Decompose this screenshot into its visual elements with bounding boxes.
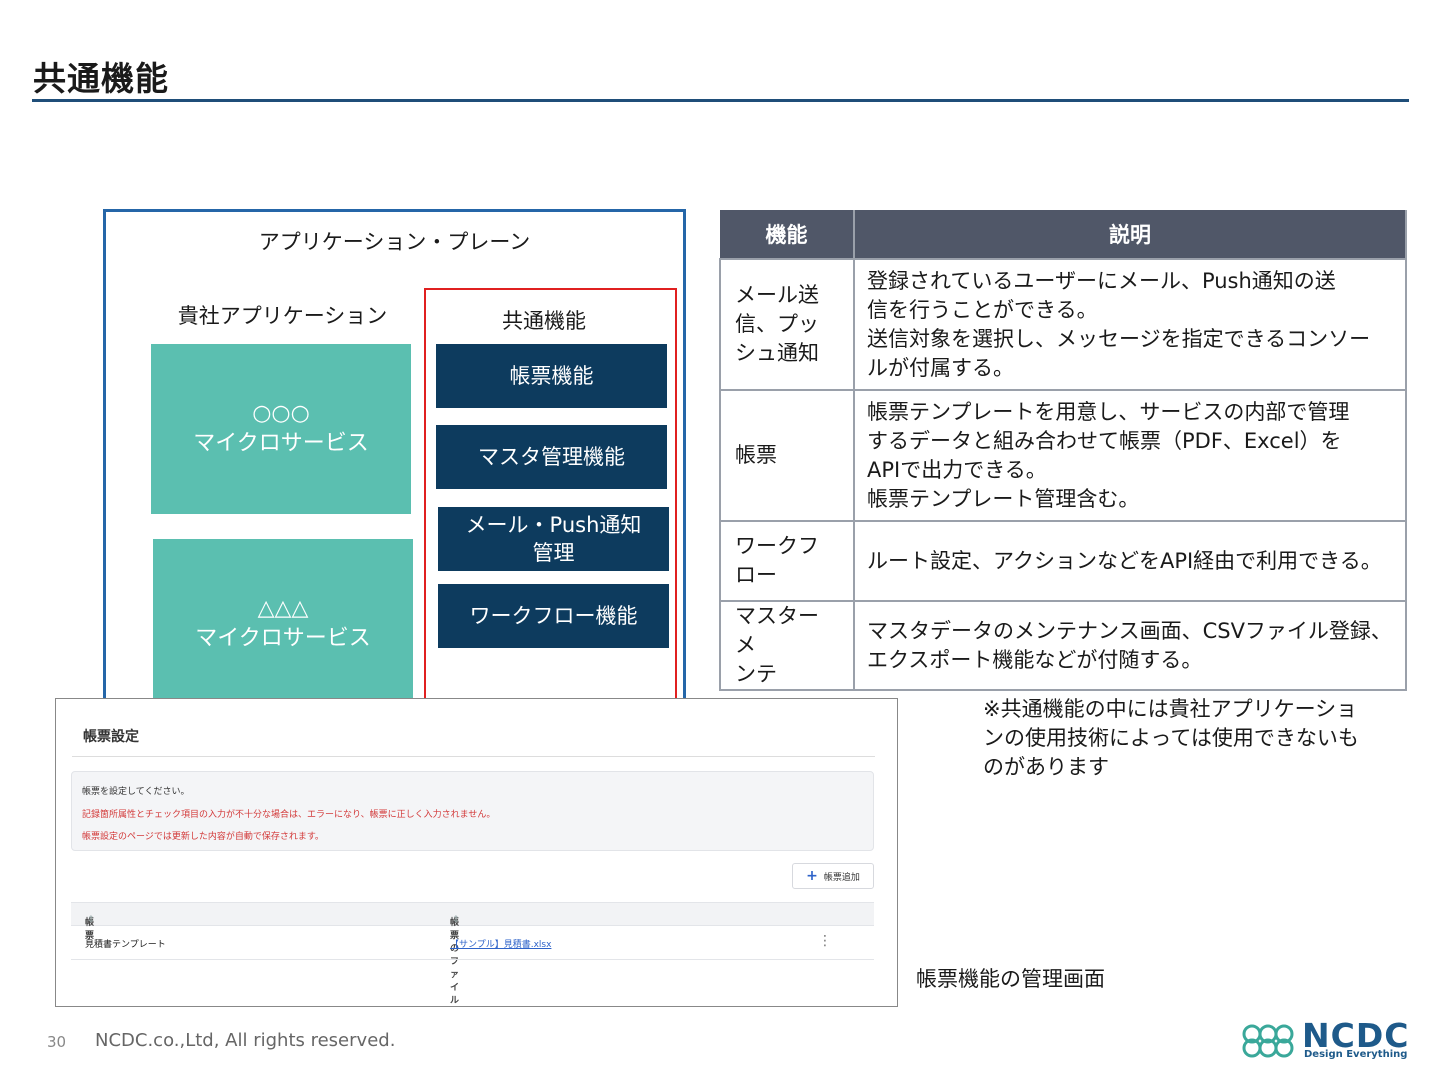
table-row: マスターメ ンテ マスタデータのメンテナンス画面、CSVファイル登録、 エクスポ… xyxy=(719,600,1407,691)
feature-cell: 帳票 xyxy=(719,389,855,522)
report-settings-title: 帳票設定 xyxy=(83,729,139,745)
description-cell: 帳票テンプレートを用意し、サービスの内部で管理 するデータと組み合わせて帳票（P… xyxy=(853,389,1407,522)
table-row: 帳票 帳票テンプレートを用意し、サービスの内部で管理 するデータと組み合わせて帳… xyxy=(719,389,1407,522)
description-cell: 登録されているユーザーにメール、Push通知の送 信を行うことができる。 送信対… xyxy=(853,258,1407,391)
table-row: メール送 信、プッ シュ通知 登録されているユーザーにメール、Push通知の送 … xyxy=(719,258,1407,391)
feature-cell: ワークフ ロー xyxy=(719,520,855,602)
feature-cell: メール送 信、プッ シュ通知 xyxy=(719,258,855,391)
logo-tagline: Design Everything xyxy=(1304,1049,1408,1060)
table-row: ワークフ ロー ルート設定、アクションなどをAPI経由で利用できる。 xyxy=(719,520,1407,602)
report-table-header: 帳票⇕ 帳票のファイル名⇕ xyxy=(71,902,874,1006)
service-symbol: △△△ xyxy=(257,596,309,621)
feature-label: メール・Push通知 xyxy=(465,513,642,537)
feature-label-line2: 管理 xyxy=(532,541,575,565)
screenshot-caption: 帳票機能の管理画面 xyxy=(916,967,1105,991)
plus-icon: + xyxy=(806,868,818,884)
alert-message: 帳票を設定してください。 xyxy=(82,787,190,797)
info-alert: 帳票を設定してください。 記録箇所属性とチェック項目の入力が不十分な場合は、エラ… xyxy=(71,771,874,851)
microservice-box-2: △△△ マイクロサービス xyxy=(153,539,413,709)
feature-label: 帳票機能 xyxy=(509,364,594,388)
add-report-label: 帳票追加 xyxy=(823,872,860,883)
page-number: 30 xyxy=(47,1033,67,1051)
feature-label: マスタ管理機能 xyxy=(478,445,625,469)
table-row: 見積書テンプレート 【サンプル】見積書.xlsx ⋮ xyxy=(71,926,874,960)
report-settings-screenshot: 帳票設定 帳票を設定してください。 記録箇所属性とチェック項目の入力が不十分な場… xyxy=(55,698,898,1007)
page-title: 共通機能 xyxy=(33,59,169,98)
kebab-menu-icon[interactable]: ⋮ xyxy=(818,933,832,949)
logo-mark-icon xyxy=(1242,1024,1294,1058)
column-header: 機能 xyxy=(720,210,855,260)
copyright-text: NCDC.co.,Ltd, All rights reserved. xyxy=(95,1030,396,1051)
feature-table: 機能 説明 メール送 信、プッ シュ通知 登録されているユーザーにメール、Pus… xyxy=(719,210,1407,691)
column-header: 説明 xyxy=(853,210,1407,260)
divider xyxy=(72,756,875,757)
report-name: 見積書テンプレート xyxy=(85,940,166,950)
sort-icon: ⇕ xyxy=(87,915,95,925)
microservice-box-1: ○○○ マイクロサービス xyxy=(151,344,411,514)
title-rule xyxy=(32,99,1409,102)
feature-box-report: 帳票機能 xyxy=(436,344,667,408)
application-plane-label: アプリケーション・プレーン xyxy=(258,230,531,254)
table-header-row: 機能 説明 xyxy=(720,210,1407,260)
common-functions-label: 共通機能 xyxy=(502,309,586,333)
report-file-link[interactable]: 【サンプル】見積書.xlsx xyxy=(450,937,551,950)
feature-box-master: マスタ管理機能 xyxy=(436,425,667,489)
service-name: マイクロサービス xyxy=(193,431,369,456)
client-application-label: 貴社アプリケーション xyxy=(177,304,388,328)
description-cell: ルート設定、アクションなどをAPI経由で利用できる。 xyxy=(853,520,1407,602)
ncdc-logo: NCDC Design Everything xyxy=(1238,1016,1413,1063)
add-report-button[interactable]: + 帳票追加 xyxy=(792,863,874,889)
feature-box-workflow: ワークフロー機能 xyxy=(438,584,669,648)
description-cell: マスタデータのメンテナンス画面、CSVファイル登録、 エクスポート機能などが付随… xyxy=(853,600,1407,691)
service-symbol: ○○○ xyxy=(252,401,310,426)
alert-warning: 帳票設定のページでは更新した内容が自動で保存されます。 xyxy=(82,832,324,842)
note-text: ※共通機能の中には貴社アプリケーショ ンの使用技術によっては使用できないも のが… xyxy=(983,697,1359,779)
sort-icon: ⇕ xyxy=(452,915,460,925)
feature-cell: マスターメ ンテ xyxy=(719,600,855,691)
alert-warning: 記録箇所属性とチェック項目の入力が不十分な場合は、エラーになり、帳票に正しく入力… xyxy=(82,810,496,820)
feature-box-notification: メール・Push通知 管理 xyxy=(438,507,669,571)
feature-label: ワークフロー機能 xyxy=(469,604,638,628)
service-name: マイクロサービス xyxy=(195,626,371,651)
